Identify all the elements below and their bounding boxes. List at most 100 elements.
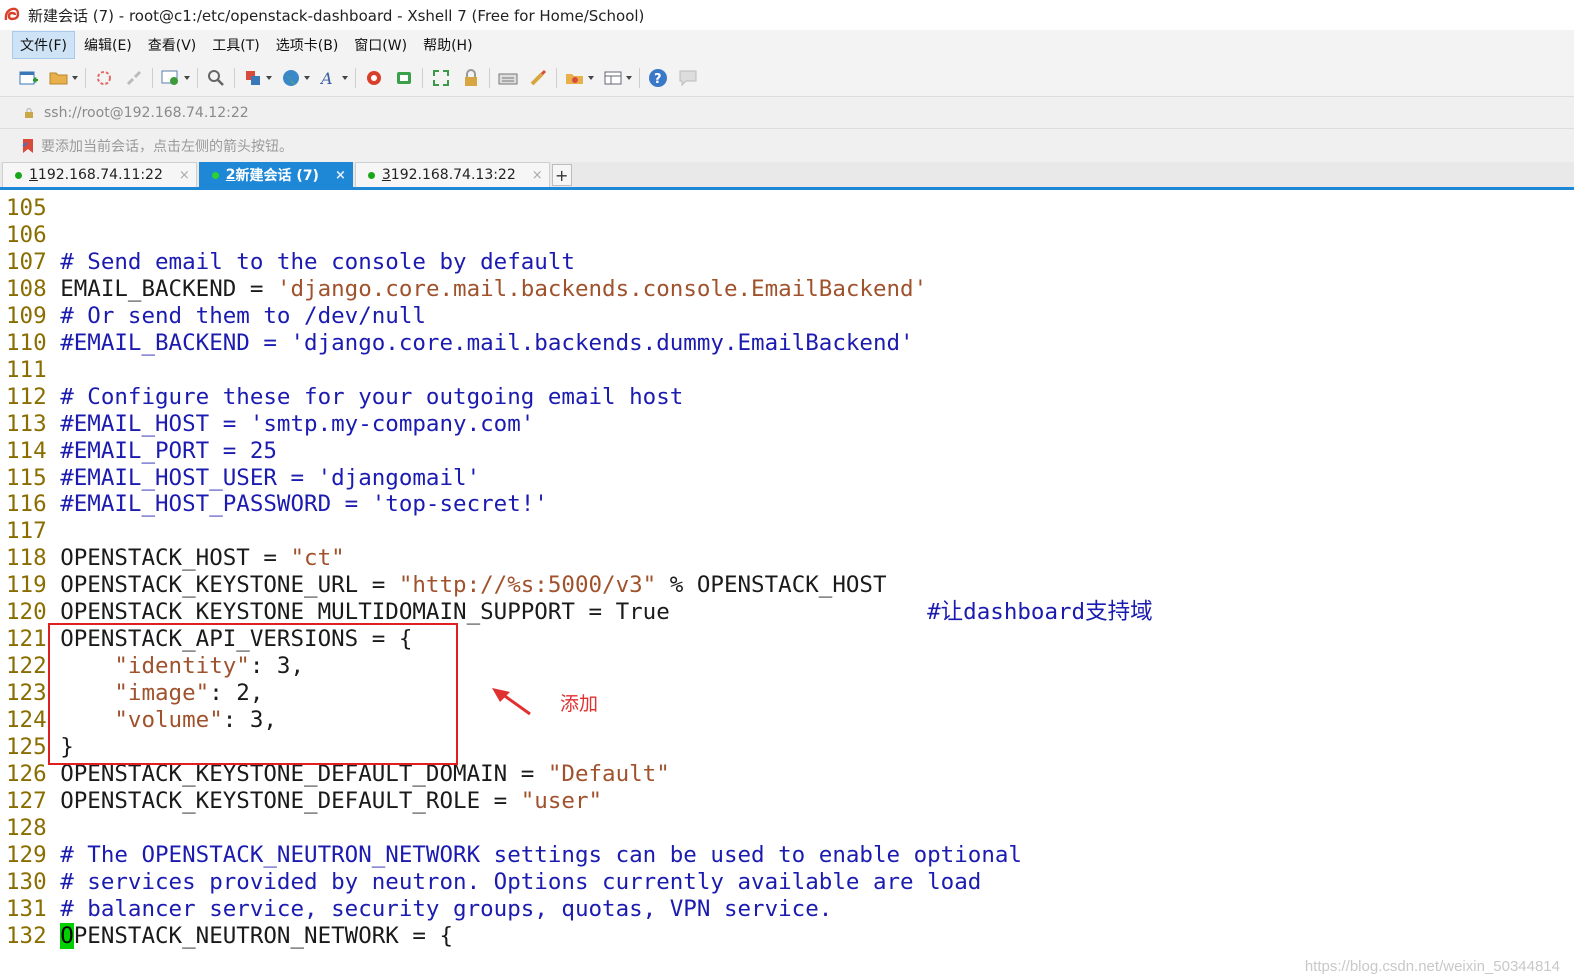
code-line: 117	[6, 518, 60, 545]
code-line: 119 OPENSTACK_KEYSTONE_URL = "http://%s:…	[6, 572, 887, 599]
new-session-icon[interactable]	[18, 67, 40, 89]
line-number: 119	[6, 572, 61, 599]
code-line: 116 #EMAIL_HOST_PASSWORD = 'top-secret!'	[6, 491, 548, 518]
line-number: 128	[6, 814, 61, 841]
menu-window[interactable]: 窗口(W)	[347, 32, 414, 58]
highlight-icon[interactable]	[527, 67, 549, 89]
code-string: "Default"	[547, 760, 670, 787]
code-comment: #EMAIL_HOST_PASSWORD = 'top-secret!'	[60, 491, 548, 518]
code-line: 111	[6, 357, 60, 384]
code-text: OPENSTACK_KEYSTONE_URL =	[60, 572, 399, 599]
svg-text:?: ?	[654, 72, 662, 87]
code-comment: # services provided by neutron. Options …	[60, 868, 982, 895]
disconnect-icon[interactable]	[123, 67, 145, 89]
code-line: 127 OPENSTACK_KEYSTONE_DEFAULT_ROLE = "u…	[6, 788, 602, 815]
code-line: 130 # services provided by neutron. Opti…	[6, 869, 981, 896]
script-dropdown-icon[interactable]	[588, 76, 594, 80]
toolbar-separator	[197, 68, 198, 88]
code-comment: #EMAIL_BACKEND = 'django.core.mail.backe…	[60, 329, 914, 356]
properties-icon[interactable]	[160, 67, 182, 89]
tab-session-3[interactable]: 3 192.168.74.13:22 ×	[354, 162, 550, 187]
menu-edit[interactable]: 编辑(E)	[77, 32, 139, 58]
xftp-icon[interactable]	[393, 67, 415, 89]
properties-dropdown-icon[interactable]	[184, 76, 190, 80]
tab-label: 192.168.74.11:22	[37, 167, 163, 183]
title-bar: 新建会话 (7) - root@c1:/etc/openstack-dashbo…	[0, 0, 1574, 30]
transfer-dropdown-icon[interactable]	[266, 76, 272, 80]
line-number: 115	[6, 464, 61, 491]
tab-number: 2	[225, 167, 236, 183]
code-line: 110 #EMAIL_BACKEND = 'django.core.mail.b…	[6, 330, 914, 357]
globe-icon[interactable]	[280, 67, 302, 89]
layout-icon[interactable]	[602, 67, 624, 89]
code-comment: # balancer service, security groups, quo…	[60, 895, 833, 922]
close-icon[interactable]: ×	[179, 168, 190, 183]
code-line: 105	[6, 195, 60, 222]
menu-help[interactable]: 帮助(H)	[416, 32, 479, 58]
code-line: 128	[6, 815, 60, 842]
tab-session-1[interactable]: 1 192.168.74.11:22 ×	[2, 162, 197, 187]
code-line: 131 # balancer service, security groups,…	[6, 896, 832, 923]
bookmark-icon[interactable]	[20, 138, 36, 154]
layout-dropdown-icon[interactable]	[626, 76, 632, 80]
code-string: "http://%s:5000/v3"	[398, 572, 657, 599]
toolbar-separator	[85, 68, 86, 88]
session-hint-text: 要添加当前会话，点击左侧的箭头按钮。	[41, 138, 293, 155]
line-number: 130	[6, 868, 61, 895]
lock-icon[interactable]	[460, 67, 482, 89]
code-string: "user"	[520, 787, 603, 814]
code-comment: #EMAIL_PORT = 25	[60, 437, 277, 464]
code-text: OPENSTACK_KEYSTONE_DEFAULT_ROLE =	[60, 787, 521, 814]
fullscreen-icon[interactable]	[430, 67, 452, 89]
arrow-annotation-icon	[492, 688, 531, 716]
menu-file[interactable]: 文件(F)	[12, 31, 75, 59]
line-number: 131	[6, 895, 61, 922]
new-tab-button[interactable]: +	[551, 164, 572, 186]
menu-tools[interactable]: 工具(T)	[205, 32, 266, 58]
line-number: 110	[6, 329, 61, 356]
code-comment: # Configure these for your outgoing emai…	[60, 383, 684, 410]
code-line: 108 EMAIL_BACKEND = 'django.core.mail.ba…	[6, 276, 927, 303]
line-number: 105	[6, 195, 61, 221]
code-line: 118 OPENSTACK_HOST = "ct"	[6, 545, 345, 572]
line-number: 107	[6, 248, 61, 275]
code-text: OPENSTACK_HOST =	[60, 545, 291, 572]
connect-icon[interactable]	[93, 67, 115, 89]
tab-label: 新建会话 (7)	[235, 168, 319, 184]
search-icon[interactable]	[205, 67, 227, 89]
open-dropdown-icon[interactable]	[72, 76, 78, 80]
cursor: O	[60, 922, 74, 949]
terminal-area[interactable]: 105 106 107 # Send email to the console …	[0, 193, 1574, 979]
tab-label: 192.168.74.13:22	[390, 167, 516, 183]
line-number: 113	[6, 410, 61, 437]
transfer-icon[interactable]	[242, 67, 264, 89]
code-comment: #EMAIL_HOST_USER = 'djangomail'	[60, 464, 481, 491]
menu-tabs[interactable]: 选项卡(B)	[269, 32, 346, 58]
close-icon[interactable]: ×	[335, 168, 346, 183]
globe-dropdown-icon[interactable]	[304, 76, 310, 80]
font-icon[interactable]: A	[318, 67, 340, 89]
code-comment: #EMAIL_HOST = 'smtp.my-company.com'	[60, 410, 535, 437]
close-icon[interactable]: ×	[532, 168, 543, 183]
address-bar[interactable]: ssh://root@192.168.74.12:22	[0, 96, 1574, 128]
toolbar-separator	[152, 68, 153, 88]
menu-view[interactable]: 查看(V)	[141, 32, 204, 58]
xshell-icon[interactable]	[363, 67, 385, 89]
menu-bar: 文件(F) 编辑(E) 查看(V) 工具(T) 选项卡(B) 窗口(W) 帮助(…	[0, 30, 1574, 60]
annotation-label: 添加	[560, 693, 599, 715]
tab-session-2[interactable]: 2 新建会话 (7) ×	[198, 162, 353, 187]
code-line: 129 # The OPENSTACK_NEUTRON_NETWORK sett…	[6, 842, 1022, 869]
open-folder-icon[interactable]	[48, 67, 70, 89]
keyboard-icon[interactable]	[497, 67, 519, 89]
code-line: 107 # Send email to the console by defau…	[6, 249, 575, 276]
script-icon[interactable]	[564, 67, 586, 89]
line-number: 132	[6, 922, 61, 949]
code-line: 112 # Configure these for your outgoing …	[6, 384, 683, 411]
connected-status-icon	[211, 171, 219, 179]
toolbar-separator	[234, 68, 235, 88]
code-line: 109 # Or send them to /dev/null	[6, 303, 426, 330]
help-icon[interactable]: ?	[647, 67, 669, 89]
tab-number: 3	[381, 167, 391, 183]
chat-icon[interactable]	[677, 67, 699, 89]
font-dropdown-icon[interactable]	[342, 76, 348, 80]
